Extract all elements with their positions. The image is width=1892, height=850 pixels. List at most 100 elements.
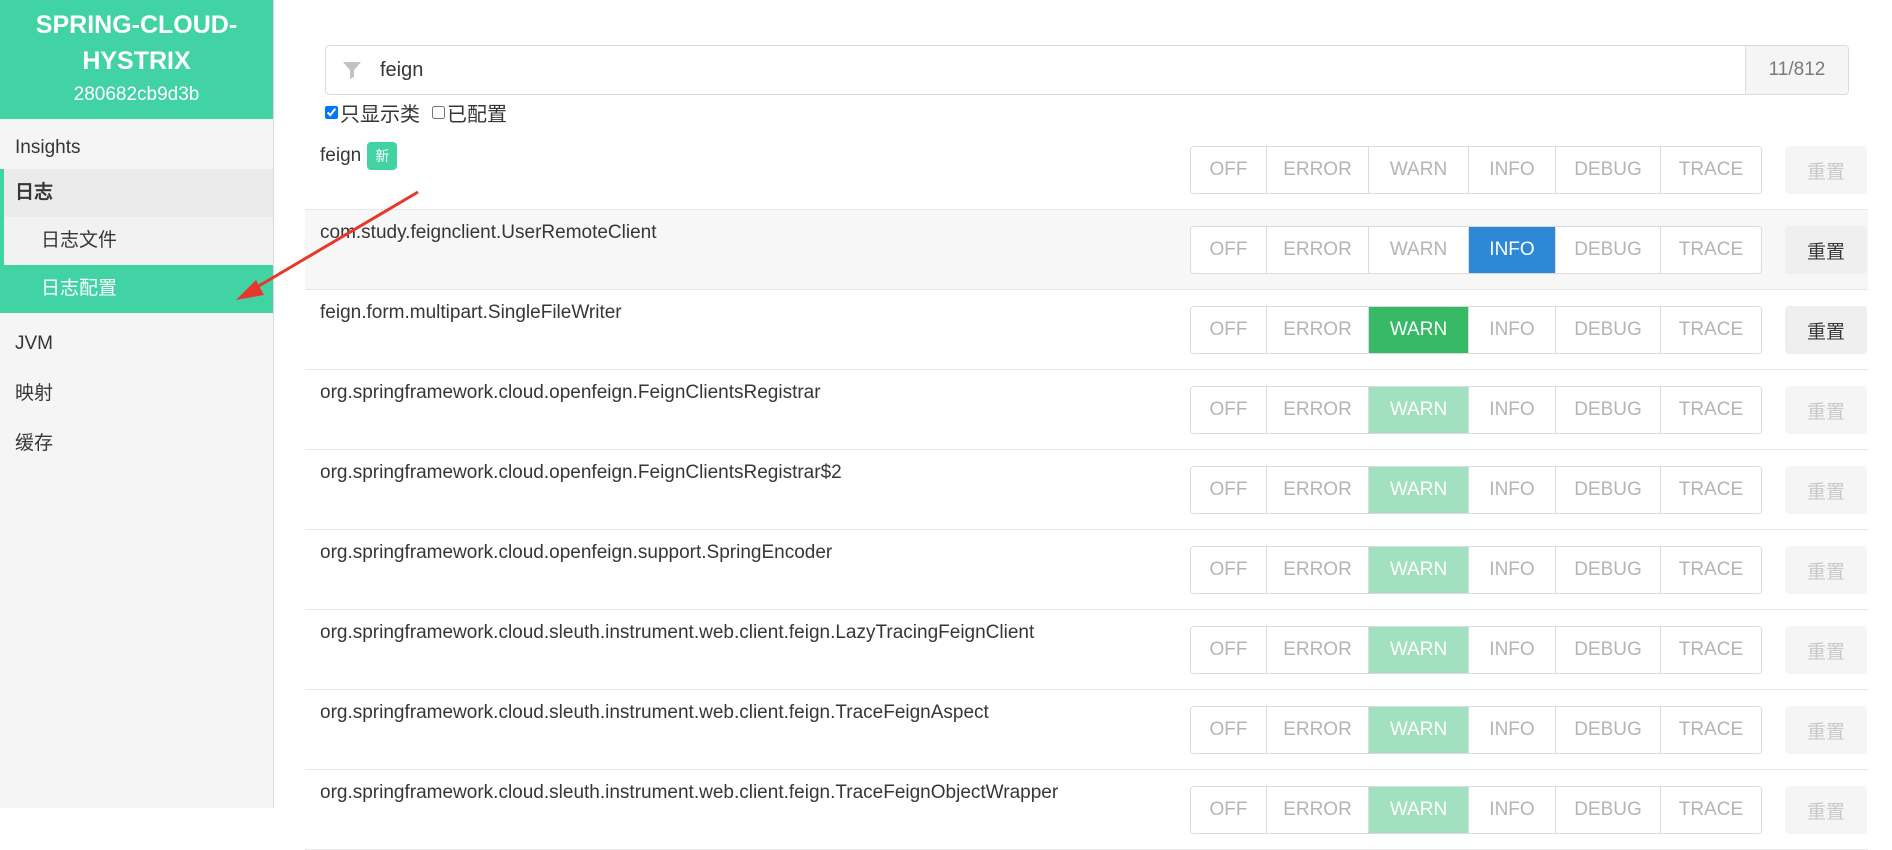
level-button-warn[interactable]: WARN xyxy=(1369,227,1469,273)
reset-button[interactable]: 重置 xyxy=(1785,386,1867,434)
configured-check[interactable] xyxy=(432,106,445,119)
level-button-info[interactable]: INFO xyxy=(1469,387,1556,433)
filter-options: 只显示类 已配置 xyxy=(325,98,507,127)
level-button-info[interactable]: INFO xyxy=(1469,627,1556,673)
level-button-error[interactable]: ERROR xyxy=(1267,787,1369,833)
level-button-info[interactable]: INFO xyxy=(1469,707,1556,753)
logger-name: org.springframework.cloud.sleuth.instrum… xyxy=(320,622,1034,644)
logger-row: org.springframework.cloud.openfeign.Feig… xyxy=(305,370,1868,450)
logger-name: feign.form.multipart.SingleFileWriter xyxy=(320,302,622,324)
logger-name-text: org.springframework.cloud.sleuth.instrum… xyxy=(320,702,989,723)
logger-name: feign 新 xyxy=(320,142,398,170)
level-button-error[interactable]: ERROR xyxy=(1267,627,1369,673)
level-button-info[interactable]: INFO xyxy=(1469,227,1556,273)
logger-name-text: org.springframework.cloud.openfeign.Feig… xyxy=(320,382,821,403)
level-button-info[interactable]: INFO xyxy=(1469,787,1556,833)
filter-bar: 11/812 xyxy=(325,45,1849,95)
logger-name-text: org.springframework.cloud.openfeign.Feig… xyxy=(320,462,842,483)
level-button-debug[interactable]: DEBUG xyxy=(1556,707,1661,753)
classes-only-checkbox[interactable]: 只显示类 xyxy=(325,98,420,127)
level-button-info[interactable]: INFO xyxy=(1469,307,1556,353)
level-button-warn[interactable]: WARN xyxy=(1369,147,1469,193)
level-button-off[interactable]: OFF xyxy=(1191,627,1267,673)
logger-row: org.springframework.cloud.openfeign.Feig… xyxy=(305,450,1868,530)
level-button-warn[interactable]: WARN xyxy=(1369,707,1469,753)
sidebar-item-jvm[interactable]: JVM xyxy=(0,319,273,369)
level-button-debug[interactable]: DEBUG xyxy=(1556,227,1661,273)
filter-input[interactable] xyxy=(378,46,1745,94)
level-button-warn[interactable]: WARN xyxy=(1369,627,1469,673)
sidebar: SPRING-CLOUD-HYSTRIX 280682cb9d3b Insigh… xyxy=(0,0,274,808)
level-button-warn[interactable]: WARN xyxy=(1369,467,1469,513)
reset-button[interactable]: 重置 xyxy=(1785,786,1867,834)
logger-row: org.springframework.cloud.sleuth.instrum… xyxy=(305,610,1868,690)
level-button-off[interactable]: OFF xyxy=(1191,387,1267,433)
level-button-debug[interactable]: DEBUG xyxy=(1556,387,1661,433)
reset-button[interactable]: 重置 xyxy=(1785,466,1867,514)
reset-button[interactable]: 重置 xyxy=(1785,546,1867,594)
level-button-error[interactable]: ERROR xyxy=(1267,307,1369,353)
level-button-trace[interactable]: TRACE xyxy=(1661,307,1761,353)
sidebar-item-log-config[interactable]: 日志配置 xyxy=(0,265,273,313)
level-button-trace[interactable]: TRACE xyxy=(1661,467,1761,513)
level-button-debug[interactable]: DEBUG xyxy=(1556,307,1661,353)
level-button-error[interactable]: ERROR xyxy=(1267,707,1369,753)
level-button-off[interactable]: OFF xyxy=(1191,227,1267,273)
level-button-debug[interactable]: DEBUG xyxy=(1556,787,1661,833)
level-button-debug[interactable]: DEBUG xyxy=(1556,547,1661,593)
level-button-trace[interactable]: TRACE xyxy=(1661,147,1761,193)
level-button-warn[interactable]: WARN xyxy=(1369,787,1469,833)
reset-button[interactable]: 重置 xyxy=(1785,706,1867,754)
level-button-warn[interactable]: WARN xyxy=(1369,547,1469,593)
level-button-error[interactable]: ERROR xyxy=(1267,547,1369,593)
level-button-error[interactable]: ERROR xyxy=(1267,227,1369,273)
level-button-trace[interactable]: TRACE xyxy=(1661,547,1761,593)
sidebar-item-mappings[interactable]: 映射 xyxy=(0,369,273,419)
logger-name-text: org.springframework.cloud.sleuth.instrum… xyxy=(320,622,1035,643)
level-button-trace[interactable]: TRACE xyxy=(1661,627,1761,673)
level-button-off[interactable]: OFF xyxy=(1191,147,1267,193)
log-level-group: OFF ERROR WARN INFO DEBUG TRACE xyxy=(1190,706,1762,754)
logger-name-text: feign xyxy=(320,145,362,166)
level-button-trace[interactable]: TRACE xyxy=(1661,387,1761,433)
logger-name: org.springframework.cloud.sleuth.instrum… xyxy=(320,782,1058,804)
level-button-warn[interactable]: WARN xyxy=(1369,307,1469,353)
reset-button[interactable]: 重置 xyxy=(1785,146,1867,194)
level-button-off[interactable]: OFF xyxy=(1191,467,1267,513)
logger-name: org.springframework.cloud.sleuth.instrum… xyxy=(320,702,989,724)
reset-button[interactable]: 重置 xyxy=(1785,226,1867,274)
level-button-debug[interactable]: DEBUG xyxy=(1556,467,1661,513)
sidebar-item-cache[interactable]: 缓存 xyxy=(0,419,273,469)
level-button-error[interactable]: ERROR xyxy=(1267,387,1369,433)
logger-list: feign 新 OFF ERROR WARN INFO DEBUG TRACE 重置 com.st… xyxy=(305,130,1868,850)
sidebar-item-log-file[interactable]: 日志文件 xyxy=(4,217,273,265)
level-button-info[interactable]: INFO xyxy=(1469,147,1556,193)
sidebar-item-logs[interactable]: 日志 xyxy=(4,169,273,217)
log-level-group: OFF ERROR WARN INFO DEBUG TRACE xyxy=(1190,226,1762,274)
level-button-off[interactable]: OFF xyxy=(1191,307,1267,353)
level-button-off[interactable]: OFF xyxy=(1191,787,1267,833)
reset-button[interactable]: 重置 xyxy=(1785,306,1867,354)
configured-checkbox[interactable]: 已配置 xyxy=(432,98,507,127)
level-button-error[interactable]: ERROR xyxy=(1267,147,1369,193)
level-button-debug[interactable]: DEBUG xyxy=(1556,147,1661,193)
level-button-off[interactable]: OFF xyxy=(1191,547,1267,593)
sidebar-item-insights[interactable]: Insights xyxy=(0,127,273,169)
filter-icon xyxy=(326,60,378,80)
level-button-trace[interactable]: TRACE xyxy=(1661,227,1761,273)
app-instance-id: 280682cb9d3b xyxy=(73,83,200,105)
level-button-debug[interactable]: DEBUG xyxy=(1556,627,1661,673)
logger-name: org.springframework.cloud.openfeign.Feig… xyxy=(320,382,821,404)
level-button-info[interactable]: INFO xyxy=(1469,467,1556,513)
level-button-warn[interactable]: WARN xyxy=(1369,387,1469,433)
level-button-error[interactable]: ERROR xyxy=(1267,467,1369,513)
logger-name: org.springframework.cloud.openfeign.supp… xyxy=(320,542,832,564)
level-button-trace[interactable]: TRACE xyxy=(1661,707,1761,753)
level-button-off[interactable]: OFF xyxy=(1191,707,1267,753)
reset-button[interactable]: 重置 xyxy=(1785,626,1867,674)
app-name: SPRING-CLOUD-HYSTRIX xyxy=(35,10,238,75)
level-button-trace[interactable]: TRACE xyxy=(1661,787,1761,833)
level-button-info[interactable]: INFO xyxy=(1469,547,1556,593)
classes-only-label: 只显示类 xyxy=(340,104,420,126)
classes-only-check[interactable] xyxy=(325,106,338,119)
